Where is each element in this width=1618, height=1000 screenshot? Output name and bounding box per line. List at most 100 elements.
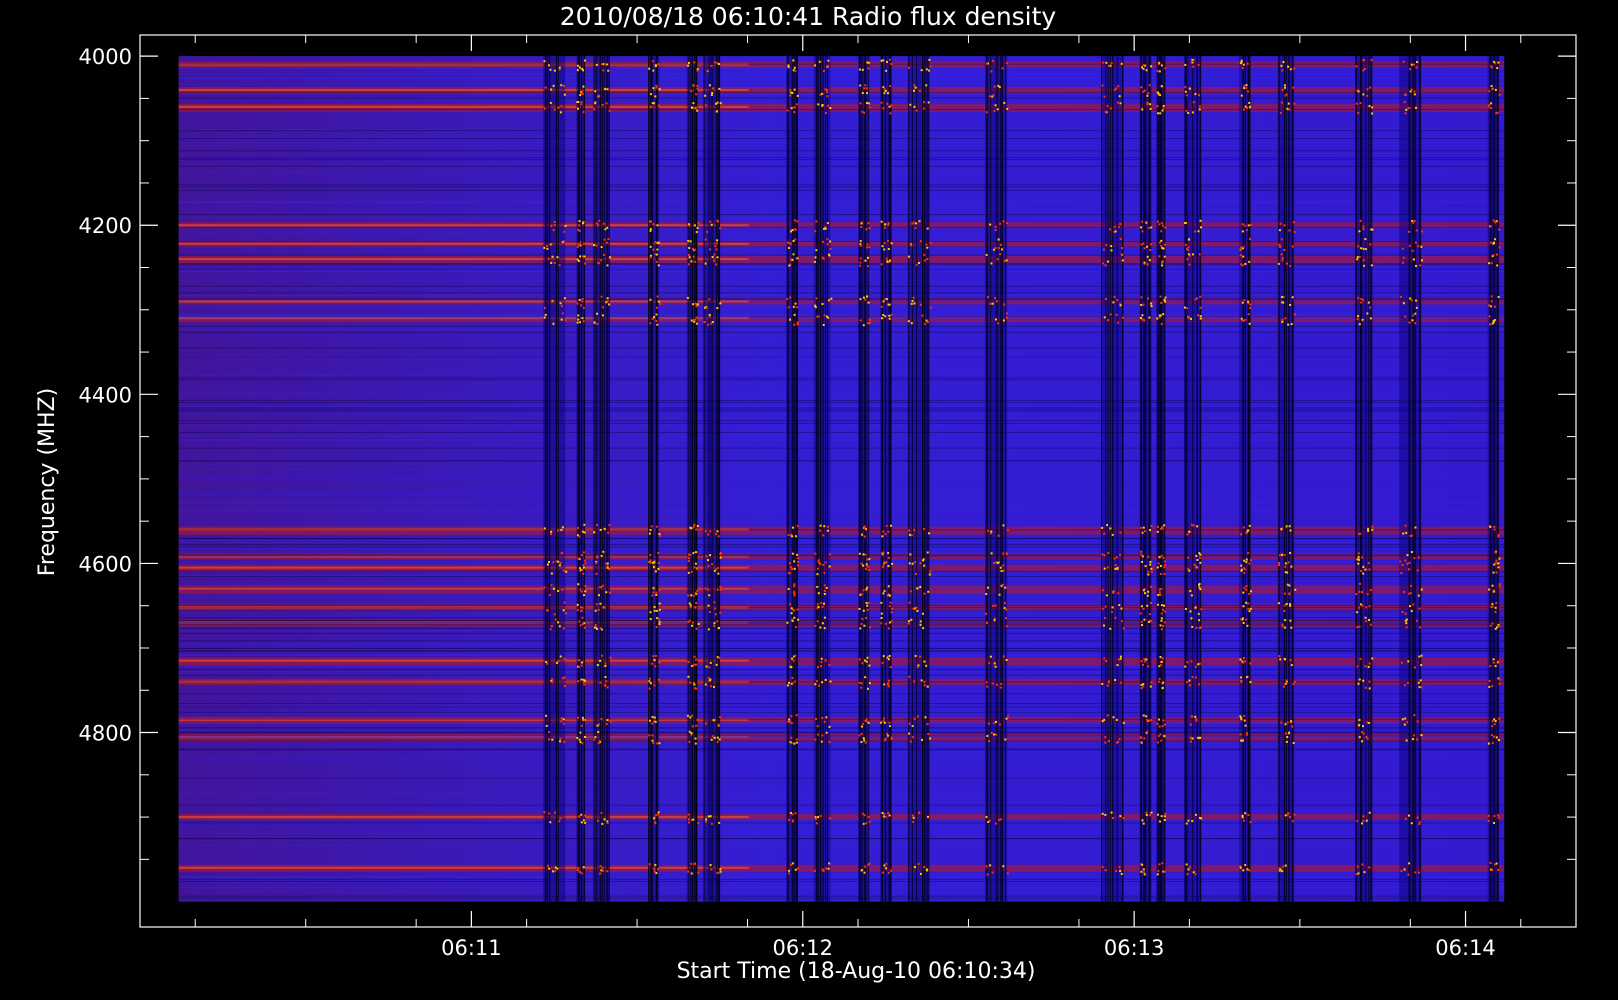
flux-speckle bbox=[547, 738, 550, 741]
flux-speckle bbox=[790, 715, 793, 718]
flux-speckle bbox=[716, 239, 719, 242]
flux-speckle bbox=[706, 230, 709, 233]
flux-speckle bbox=[695, 658, 698, 661]
flux-speckle bbox=[1118, 865, 1121, 868]
flux-speckle bbox=[1496, 111, 1499, 114]
flux-speckle bbox=[1245, 732, 1248, 735]
burst-column bbox=[1101, 56, 1124, 902]
flux-speckle bbox=[986, 873, 989, 876]
flux-speckle bbox=[989, 655, 992, 658]
flux-speckle bbox=[1101, 720, 1104, 723]
burst-line bbox=[922, 56, 924, 902]
flux-speckle bbox=[883, 242, 886, 245]
flux-speckle bbox=[657, 618, 660, 621]
flux-speckle bbox=[828, 299, 831, 302]
flux-speckle bbox=[1418, 607, 1421, 610]
flux-speckle bbox=[1280, 101, 1283, 104]
flux-speckle bbox=[793, 583, 796, 586]
flux-speckle bbox=[1494, 551, 1497, 554]
flux-speckle bbox=[866, 256, 869, 259]
spectral-line bbox=[178, 546, 1505, 548]
flux-speckle bbox=[1114, 567, 1117, 570]
flux-speckle bbox=[826, 88, 829, 91]
flux-speckle bbox=[1420, 686, 1423, 689]
flux-speckle bbox=[1413, 63, 1416, 66]
spectral-line bbox=[178, 150, 1505, 152]
flux-speckle bbox=[1415, 619, 1418, 622]
flux-speckle bbox=[714, 245, 717, 248]
burst-line bbox=[987, 56, 989, 902]
flux-speckle bbox=[885, 524, 888, 527]
flux-speckle bbox=[707, 628, 710, 631]
flux-speckle bbox=[691, 624, 694, 627]
flux-speckle bbox=[1407, 660, 1410, 663]
flux-speckle bbox=[1248, 524, 1251, 527]
flux-speckle bbox=[1103, 95, 1106, 98]
flux-speckle bbox=[1106, 524, 1109, 527]
flux-speckle bbox=[864, 741, 867, 744]
spectral-line bbox=[178, 73, 1505, 75]
flux-speckle bbox=[865, 246, 868, 249]
flux-speckle bbox=[1004, 738, 1007, 741]
flux-speckle bbox=[1114, 230, 1117, 233]
spectral-line bbox=[178, 672, 1505, 674]
flux-speckle bbox=[1493, 735, 1496, 738]
flux-speckle bbox=[891, 562, 894, 565]
flux-speckle bbox=[1149, 107, 1152, 110]
flux-speckle bbox=[926, 685, 929, 688]
flux-speckle bbox=[1283, 249, 1286, 252]
flux-speckle bbox=[604, 665, 607, 668]
flux-speckle bbox=[1157, 593, 1160, 596]
flux-speckle bbox=[1491, 741, 1494, 744]
flux-speckle bbox=[1363, 58, 1366, 61]
burst-line bbox=[1109, 56, 1111, 902]
flux-speckle bbox=[1245, 618, 1248, 621]
flux-speckle bbox=[790, 242, 793, 245]
spectral-line bbox=[178, 555, 1505, 557]
burst-line bbox=[1491, 56, 1493, 902]
spectral-line bbox=[178, 646, 1505, 648]
flux-speckle bbox=[1161, 725, 1164, 728]
flux-speckle bbox=[578, 220, 581, 223]
flux-speckle bbox=[859, 257, 862, 260]
flux-speckle bbox=[563, 230, 566, 233]
flux-speckle bbox=[1408, 862, 1411, 865]
frequency-band-highlight bbox=[178, 88, 749, 91]
flux-speckle bbox=[790, 230, 793, 233]
spectral-line bbox=[178, 722, 1505, 724]
spectral-line bbox=[178, 201, 1505, 203]
flux-speckle bbox=[690, 260, 693, 263]
flux-speckle bbox=[1365, 606, 1368, 609]
flux-speckle bbox=[583, 242, 586, 245]
flux-speckle bbox=[1158, 863, 1161, 866]
flux-speckle bbox=[884, 561, 887, 564]
flux-speckle bbox=[711, 87, 714, 90]
flux-speckle bbox=[1403, 590, 1406, 593]
flux-speckle bbox=[1239, 733, 1242, 736]
flux-speckle bbox=[1279, 554, 1282, 557]
flux-speckle bbox=[1149, 563, 1152, 566]
flux-speckle bbox=[1498, 557, 1501, 560]
flux-speckle bbox=[865, 567, 868, 570]
flux-speckle bbox=[858, 607, 861, 610]
burst-line bbox=[1493, 56, 1495, 902]
flux-speckle bbox=[867, 301, 870, 304]
flux-speckle bbox=[1160, 660, 1163, 663]
flux-speckle bbox=[1119, 531, 1122, 534]
flux-speckle bbox=[655, 814, 658, 817]
flux-speckle bbox=[1280, 721, 1283, 724]
flux-speckle bbox=[914, 561, 917, 564]
burst-line bbox=[594, 56, 596, 902]
flux-speckle bbox=[915, 606, 918, 609]
flux-speckle bbox=[1367, 562, 1370, 565]
flux-speckle bbox=[1241, 223, 1244, 226]
flux-speckle bbox=[792, 59, 795, 62]
flux-speckle bbox=[1242, 819, 1245, 822]
flux-speckle bbox=[710, 64, 713, 67]
flux-speckle bbox=[578, 244, 581, 247]
flux-speckle bbox=[1116, 664, 1119, 667]
flux-speckle bbox=[888, 58, 891, 61]
flux-speckle bbox=[655, 84, 658, 87]
flux-speckle bbox=[1363, 67, 1366, 70]
flux-speckle bbox=[715, 533, 718, 536]
